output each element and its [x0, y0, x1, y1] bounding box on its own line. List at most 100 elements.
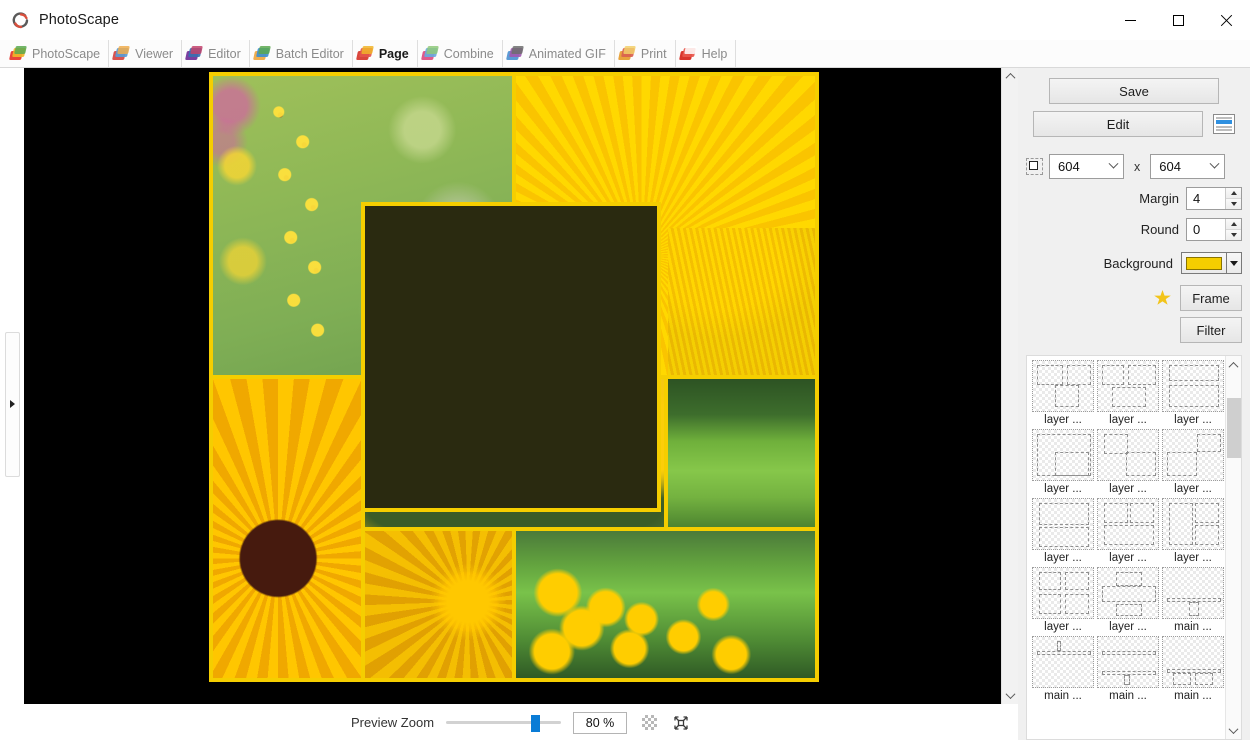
- tab-help[interactable]: Help: [676, 40, 737, 67]
- photoscape-icon-layer-3: [14, 45, 27, 54]
- template-main-1[interactable]: main ...: [1162, 567, 1224, 634]
- template-layer-4-preview: [1032, 429, 1094, 481]
- template-layer-9[interactable]: layer ...: [1162, 498, 1224, 565]
- collage-cell-daffodil-field[interactable]: [516, 530, 815, 678]
- preview-zoom-label: Preview Zoom: [350, 715, 435, 730]
- background-color-button[interactable]: [1181, 252, 1227, 274]
- canvas-height-select[interactable]: 604: [1150, 154, 1226, 179]
- template-vertical-scrollbar[interactable]: [1225, 356, 1241, 739]
- fit-to-screen-button[interactable]: [671, 713, 691, 733]
- template-scroll-up-button[interactable]: [1226, 356, 1242, 374]
- tab-combine[interactable]: Combine: [418, 40, 503, 67]
- left-panel-splitter[interactable]: [0, 68, 24, 740]
- tab-label: Print: [640, 46, 667, 61]
- template-layer-6[interactable]: layer ...: [1162, 429, 1224, 496]
- title-bar: PhotoScape: [0, 0, 1250, 40]
- canvas-width-select[interactable]: 604: [1049, 154, 1124, 179]
- tab-editor[interactable]: Editor: [182, 40, 250, 67]
- minimize-button[interactable]: [1106, 0, 1154, 40]
- collage-cell-yellow-rose-main[interactable]: [361, 202, 661, 512]
- margin-decrement-button[interactable]: [1226, 198, 1241, 209]
- preview-vertical-scrollbar[interactable]: [1001, 68, 1019, 704]
- template-label: main ...: [1044, 690, 1082, 702]
- background-color-combo[interactable]: [1181, 252, 1242, 274]
- template-layer-1[interactable]: layer ...: [1032, 360, 1094, 427]
- save-button[interactable]: Save: [1049, 78, 1219, 104]
- template-main-3-preview: [1097, 636, 1159, 688]
- template-layer-9-region-3: [1195, 525, 1219, 545]
- photoscape-logo-icon: [11, 11, 30, 30]
- template-scroll-down-button[interactable]: [1226, 721, 1242, 739]
- preview-canvas[interactable]: [24, 68, 1001, 704]
- chevron-down-icon: [1209, 158, 1220, 169]
- edit-button[interactable]: Edit: [1033, 111, 1203, 137]
- triangle-down-icon: [1230, 202, 1237, 206]
- window-title: PhotoScape: [39, 12, 120, 28]
- tab-print[interactable]: Print: [615, 40, 676, 67]
- tab-photoscape[interactable]: PhotoScape: [6, 40, 110, 67]
- template-layer-2-preview: [1097, 360, 1159, 412]
- template-scroll-thumb[interactable]: [1226, 398, 1241, 458]
- photo-daffodil-field: [516, 530, 815, 678]
- collage-cell-dandelion-stem[interactable]: [667, 227, 815, 375]
- tab-page[interactable]: Page: [353, 40, 418, 67]
- preview-zoom-slider[interactable]: [446, 714, 562, 732]
- transparency-toggle-button[interactable]: [639, 713, 659, 733]
- template-scroll-track[interactable]: [1226, 374, 1242, 721]
- collage-composition[interactable]: [209, 72, 819, 682]
- round-row: Round 0: [1026, 218, 1242, 241]
- template-main-2-region-1: [1037, 651, 1091, 655]
- tab-viewer[interactable]: Viewer: [109, 40, 183, 67]
- star-icon[interactable]: [1154, 290, 1171, 305]
- template-layer-7[interactable]: layer ...: [1032, 498, 1094, 565]
- margin-stepper-buttons: [1225, 188, 1241, 209]
- frame-row: Frame: [1026, 285, 1242, 311]
- round-increment-button[interactable]: [1226, 219, 1241, 229]
- page-icon: [355, 45, 374, 62]
- template-main-4[interactable]: main ...: [1162, 636, 1224, 703]
- template-layer-11[interactable]: layer ...: [1097, 567, 1159, 634]
- template-main-2[interactable]: main ...: [1032, 636, 1094, 703]
- scroll-down-button[interactable]: [1001, 687, 1019, 704]
- close-button[interactable]: [1202, 0, 1250, 40]
- frame-button[interactable]: Frame: [1180, 285, 1242, 311]
- margin-value[interactable]: 4: [1187, 188, 1225, 209]
- splitter-grip[interactable]: [4, 331, 20, 477]
- tab-batch-editor[interactable]: Batch Editor: [250, 40, 353, 67]
- collage-cell-sunflower-closeup[interactable]: [213, 379, 361, 678]
- template-layer-8[interactable]: layer ...: [1097, 498, 1159, 565]
- template-layer-10[interactable]: layer ...: [1032, 567, 1094, 634]
- photoscape-window: PhotoScape PhotoScape Viewer Editor Batch E…: [0, 0, 1250, 740]
- canvas-height-value: 604: [1159, 159, 1181, 174]
- template-layer-4[interactable]: layer ...: [1032, 429, 1094, 496]
- template-main-2-region-2: [1057, 641, 1061, 651]
- maximize-button[interactable]: [1154, 0, 1202, 40]
- template-scroll-area[interactable]: layer ... layer ... layer ... layer ... laye…: [1027, 356, 1225, 739]
- template-layer-5[interactable]: layer ...: [1097, 429, 1159, 496]
- template-layer-8-preview: [1097, 498, 1159, 550]
- scroll-up-button[interactable]: [1001, 68, 1019, 85]
- batch-editor-icon-layer-3: [257, 45, 271, 54]
- tab-animated-gif[interactable]: Animated GIF: [503, 40, 615, 67]
- filter-button[interactable]: Filter: [1180, 317, 1242, 343]
- background-color-dropdown-button[interactable]: [1227, 252, 1242, 274]
- round-decrement-button[interactable]: [1226, 229, 1241, 240]
- collage-cell-sunflower-foliage[interactable]: [364, 530, 512, 678]
- layout-list-icon[interactable]: [1213, 114, 1235, 134]
- template-layer-2[interactable]: layer ...: [1097, 360, 1159, 427]
- zoom-slider-thumb[interactable]: [531, 714, 541, 732]
- margin-stepper[interactable]: 4: [1186, 187, 1242, 210]
- margin-increment-button[interactable]: [1226, 188, 1241, 198]
- template-main-3[interactable]: main ...: [1097, 636, 1159, 703]
- filter-row: Filter: [1026, 317, 1242, 343]
- collage-cell-garden-lawn[interactable]: [667, 379, 815, 527]
- preview-zoom-value[interactable]: 80 %: [573, 711, 628, 734]
- collapse-panel-arrow-icon: [9, 400, 15, 408]
- window-controls: [1106, 0, 1250, 40]
- template-layer-1-region-1: [1037, 365, 1063, 385]
- template-layer-3[interactable]: layer ...: [1162, 360, 1224, 427]
- template-layer-4-region-2: [1055, 452, 1089, 476]
- round-stepper[interactable]: 0: [1186, 218, 1242, 241]
- round-value[interactable]: 0: [1187, 219, 1225, 240]
- scroll-track[interactable]: [1001, 85, 1019, 687]
